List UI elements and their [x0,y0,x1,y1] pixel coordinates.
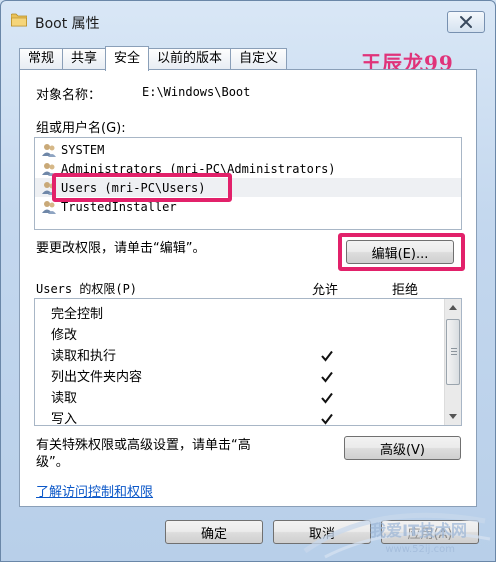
permission-row: 写入 [51,407,78,426]
grip-line [451,348,457,349]
permissions-list[interactable]: 完全控制 修改 读取和执行 列出文件夹内容 读取 写入 [34,298,462,426]
allow-checkmark-icon [321,413,333,425]
allow-checkmark-icon [321,350,333,362]
permissions-scrollbar[interactable] [444,299,461,425]
object-name-value: E:\Windows\Boot [142,85,251,99]
permissions-label: Users 的权限(P) [36,282,138,296]
close-button[interactable] [447,11,485,33]
close-icon [460,16,472,28]
tab-strip: 常规 共享 安全 以前的版本 自定义 [19,46,288,71]
scroll-thumb[interactable] [446,319,460,385]
highlight-edit-annotation [338,233,465,271]
folder-icon [11,13,27,27]
permission-name: 读取和执行 [51,349,117,364]
users-group-icon [42,143,56,157]
list-item[interactable]: SYSTEM [35,140,461,159]
site-watermark: 我爱IT技术网 www.52ij.com [295,491,495,561]
advanced-button[interactable]: 高级(V) [344,436,461,460]
allow-header: 允许 [312,283,339,298]
watermark-site-name: 我爱IT技术网 [370,521,467,540]
title-bar: Boot 属性 [1,1,495,41]
permission-name: 完全控制 [51,307,104,322]
ok-button[interactable]: 确定 [165,520,263,544]
permission-name: 列出文件夹内容 [51,370,143,385]
scroll-down-arrow[interactable] [445,408,461,425]
tab-sharing[interactable]: 共享 [62,48,107,70]
tab-previous-versions[interactable]: 以前的版本 [148,48,232,70]
permission-row: 列出文件夹内容 [51,365,142,386]
groups-label: 组或用户名(G): [36,121,126,136]
tab-customize[interactable]: 自定义 [230,48,288,70]
watermark-site-url: www.52ij.com [385,544,455,555]
tab-security[interactable]: 安全 [105,46,150,71]
grip-line [451,351,457,352]
scroll-up-arrow[interactable] [445,299,461,316]
grip-line [451,354,457,355]
object-name-label: 对象名称： [36,88,102,103]
allow-checkmark-icon [321,371,333,383]
change-permissions-hint: 要更改权限，请单击“编辑”。 [36,241,206,256]
special-permissions-hint-line2: 级”。 [36,455,69,470]
permission-name: 读取 [51,391,78,406]
deny-header: 拒绝 [392,283,419,298]
tab-general[interactable]: 常规 [19,48,64,70]
permission-name: 写入 [51,412,78,426]
highlight-users-annotation [52,173,232,202]
list-item-label: SYSTEM [61,142,105,157]
security-panel: 对象名称： E:\Windows\Boot 组或用户名(G): SYSTEM A… [19,69,477,507]
permission-row: 读取 [51,386,77,407]
chevron-down-icon [449,414,457,419]
properties-window: Boot 属性 常规 共享 安全 以前的版本 自定义 王辰龙99 对象名称： E… [0,0,496,562]
permission-row: 读取和执行 [51,344,116,365]
window-title: Boot 属性 [35,16,100,32]
learn-access-control-link[interactable]: 了解访问控制和权限 [36,481,153,500]
chevron-up-icon [449,305,457,310]
permission-name: 修改 [51,328,78,343]
permission-row: 修改 [51,323,77,344]
permission-row: 完全控制 [51,302,103,323]
allow-checkmark-icon [321,392,333,404]
